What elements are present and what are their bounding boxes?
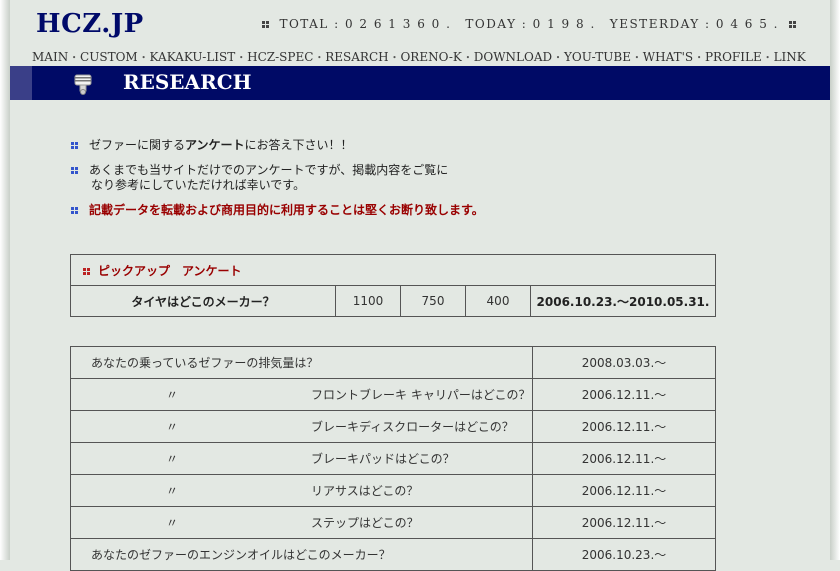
nav-separator: ・ bbox=[138, 53, 149, 64]
note-text: あくまでも当サイトだけでのアンケートですが、掲載内容をご覧に bbox=[89, 163, 449, 177]
page-frame-right bbox=[830, 0, 840, 560]
blue-bullet-icon bbox=[71, 142, 78, 149]
survey-question-text[interactable]: フロントブレーキ キャリパーはどこの？ bbox=[311, 388, 530, 402]
access-counter: TOTAL : 0 2 6 1 3 6 0 . TODAY : 0 1 9 8 .… bbox=[252, 17, 806, 31]
pickup-header: ピックアップ アンケート bbox=[70, 254, 716, 286]
survey-question[interactable]: あなたの乗っているゼファーの排気量は？ bbox=[70, 346, 533, 379]
nav-you-tube[interactable]: YOU-TUBE bbox=[564, 50, 631, 64]
table-row[interactable]: あなたのゼファーのエンジンオイルはどこのメーカー？ 2006.10.23.～ bbox=[70, 538, 716, 571]
pickup-model-1100[interactable]: 1100 bbox=[335, 285, 401, 317]
nav-whats[interactable]: WHAT'S bbox=[643, 50, 693, 64]
survey-date: 2006.12.11.～ bbox=[532, 506, 716, 539]
nav-oreno-k[interactable]: ORENO-K bbox=[400, 50, 461, 64]
survey-date: 2006.12.11.～ bbox=[532, 442, 716, 475]
nav-download[interactable]: DOWNLOAD bbox=[474, 50, 552, 64]
survey-question-text[interactable]: あなたの乗っているゼファーの排気量は？ bbox=[91, 356, 318, 370]
survey-date: 2006.12.11.～ bbox=[532, 378, 716, 411]
warning-text: 記載データを転載および商用目的に利用することは堅くお断り致します。 bbox=[89, 203, 484, 217]
intro-notes: ゼファーに関するアンケートにお答え下さい！！ あくまでも当サイトだけでのアンケー… bbox=[71, 138, 731, 228]
survey-date: 2006.10.23.～ bbox=[532, 538, 716, 571]
survey-question-text[interactable]: ステップはどこの？ bbox=[311, 516, 419, 530]
bullet-square-icon bbox=[262, 21, 270, 28]
nav-separator: ・ bbox=[762, 53, 773, 64]
note-item: あくまでも当サイトだけでのアンケートですが、掲載内容をご覧に なり参考にしていた… bbox=[71, 163, 731, 193]
survey-date: 2006.12.11.～ bbox=[532, 410, 716, 443]
section-banner: RESEARCH bbox=[10, 66, 830, 100]
blue-bullet-icon bbox=[71, 207, 78, 214]
table-row[interactable]: 〃 フロントブレーキ キャリパーはどこの？ 2006.12.11.～ bbox=[70, 378, 716, 411]
pickup-model-750[interactable]: 750 bbox=[400, 285, 466, 317]
note-emphasis: アンケート bbox=[185, 138, 245, 152]
table-row[interactable]: 〃 リアサスはどこの？ 2006.12.11.～ bbox=[70, 474, 716, 507]
survey-date: 2008.03.03.～ bbox=[532, 346, 716, 379]
pickup-period: 2006.10.23.～2010.05.31. bbox=[530, 285, 716, 317]
piston-icon bbox=[74, 74, 92, 95]
survey-question[interactable]: 〃 ブレーキディスクローターはどこの？ bbox=[70, 410, 533, 443]
pickup-header-label: ピックアップ アンケート bbox=[98, 263, 242, 278]
ditto-mark: 〃 bbox=[166, 388, 179, 402]
table-row[interactable]: 〃 ブレーキパッドはどこの？ 2006.12.11.～ bbox=[70, 442, 716, 475]
banner-edge bbox=[10, 66, 32, 100]
ditto-mark: 〃 bbox=[166, 452, 179, 466]
note-text: にお答え下さい！！ bbox=[244, 138, 353, 152]
warning-note: 記載データを転載および商用目的に利用することは堅くお断り致します。 bbox=[71, 203, 731, 218]
survey-question-text[interactable]: リアサスはどこの？ bbox=[311, 484, 418, 498]
note-item: ゼファーに関するアンケートにお答え下さい！！ bbox=[71, 138, 731, 153]
survey-date: 2006.12.11.～ bbox=[532, 474, 716, 507]
bullet-square-icon bbox=[789, 21, 796, 28]
nav-separator: ・ bbox=[553, 53, 564, 64]
counter-yesterday: YESTERDAY : 0 4 6 5 . bbox=[609, 17, 779, 31]
nav-separator: ・ bbox=[69, 53, 80, 64]
counter-total: TOTAL : 0 2 6 1 3 6 0 . bbox=[279, 17, 452, 31]
ditto-mark: 〃 bbox=[166, 420, 179, 434]
table-row[interactable]: 〃 ブレーキディスクローターはどこの？ 2006.12.11.～ bbox=[70, 410, 716, 443]
survey-question[interactable]: 〃 ステップはどこの？ bbox=[70, 506, 533, 539]
table-row[interactable]: あなたの乗っているゼファーの排気量は？ 2008.03.03.～ bbox=[70, 346, 716, 379]
nav-kakaku-list[interactable]: KAKAKU-LIST bbox=[150, 50, 236, 64]
survey-question[interactable]: 〃 フロントブレーキ キャリパーはどこの？ bbox=[70, 378, 533, 411]
nav-separator: ・ bbox=[462, 53, 473, 64]
note-text: ゼファーに関する bbox=[89, 138, 186, 152]
red-bullet-icon bbox=[83, 267, 90, 275]
table-row[interactable]: 〃 ステップはどこの？ 2006.12.11.～ bbox=[70, 506, 716, 539]
nav-link[interactable]: LINK bbox=[774, 50, 806, 64]
note-text: なり参考にしていただければ幸いです。 bbox=[91, 178, 306, 192]
nav-separator: ・ bbox=[694, 53, 705, 64]
survey-question[interactable]: あなたのゼファーのエンジンオイルはどこのメーカー？ bbox=[70, 538, 533, 571]
page-frame-left bbox=[0, 0, 10, 560]
nav-main[interactable]: MAIN bbox=[32, 50, 68, 64]
counter-today: TODAY : 0 1 9 8 . bbox=[465, 17, 596, 31]
nav-separator: ・ bbox=[314, 53, 325, 64]
nav-separator: ・ bbox=[631, 53, 642, 64]
pickup-model-400[interactable]: 400 bbox=[465, 285, 531, 317]
pickup-survey-table: ピックアップ アンケート タイヤはどこのメーカー？ 1100 750 400 2… bbox=[70, 254, 716, 317]
nav-separator: ・ bbox=[389, 53, 400, 64]
survey-question[interactable]: 〃 ブレーキパッドはどこの？ bbox=[70, 442, 533, 475]
page-title: RESEARCH bbox=[123, 70, 252, 94]
ditto-mark: 〃 bbox=[166, 516, 179, 530]
survey-question[interactable]: 〃 リアサスはどこの？ bbox=[70, 474, 533, 507]
survey-list-table: あなたの乗っているゼファーの排気量は？ 2008.03.03.～ 〃 フロントブレ… bbox=[70, 346, 716, 571]
nav-separator: ・ bbox=[236, 53, 247, 64]
site-logo[interactable]: HCZ.JP bbox=[36, 9, 144, 39]
survey-question-text[interactable]: ブレーキディスクローターはどこの？ bbox=[311, 420, 514, 434]
main-nav: MAIN ・ CUSTOM ・ KAKAKU-LIST ・ HCZ-SPEC ・ RES… bbox=[32, 49, 806, 65]
ditto-mark: 〃 bbox=[166, 484, 179, 498]
survey-question-text[interactable]: ブレーキパッドはどこの？ bbox=[311, 452, 455, 466]
nav-resarch[interactable]: RESARCH bbox=[325, 50, 388, 64]
nav-profile[interactable]: PROFILE bbox=[705, 50, 762, 64]
blue-bullet-icon bbox=[71, 167, 78, 174]
pickup-question[interactable]: タイヤはどこのメーカー？ bbox=[70, 285, 336, 317]
nav-custom[interactable]: CUSTOM bbox=[80, 50, 138, 64]
nav-hcz-spec[interactable]: HCZ-SPEC bbox=[247, 50, 313, 64]
